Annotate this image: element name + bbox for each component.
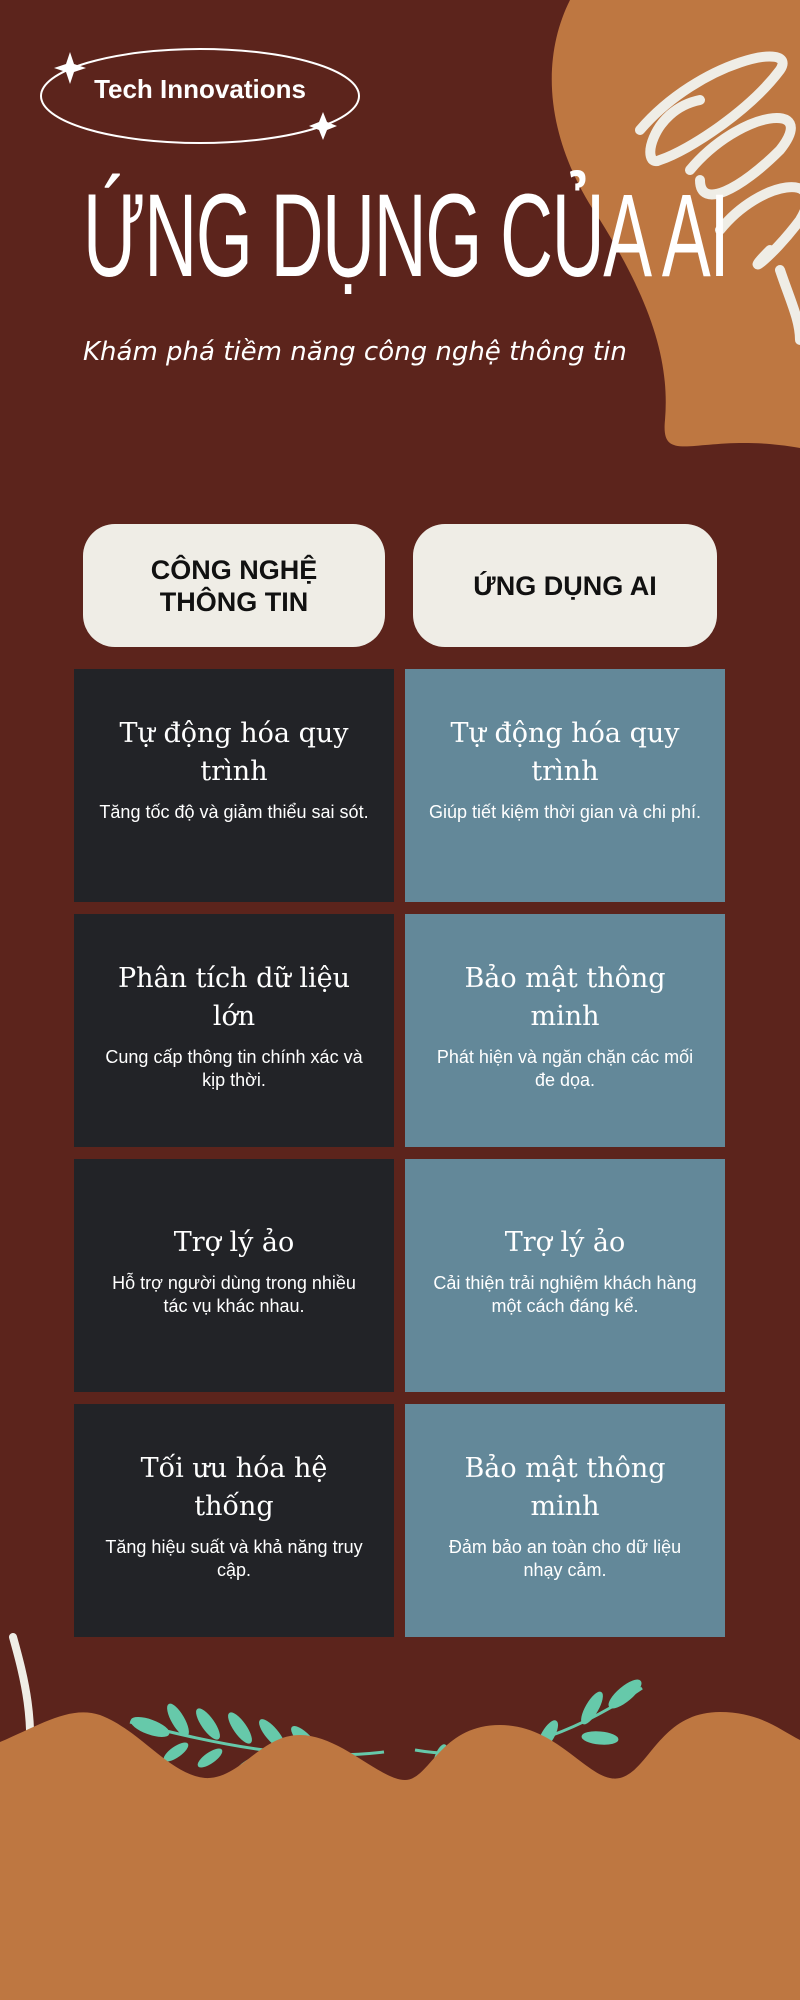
card-ai-4: Bảo mật thông minh Đảm bảo an toàn cho dữ… [405,1404,725,1637]
card-text: Cung cấp thông tin chính xác và kịp thời… [105,1047,363,1090]
card-title: Trợ lý ảo [173,1227,295,1258]
tech-innovations-badge: Tech Innovations [94,74,306,104]
card-title: Tự động hóa quy trình [119,718,349,787]
card-it-3: Trợ lý ảo Hỗ trợ người dùng trong nhiều t… [74,1159,394,1392]
card-title: Bảo mật thông minh [464,963,666,1032]
page-title: ỨNG DỤNG CỦA AI [83,170,730,302]
card-text: Tăng tốc độ và giảm thiểu sai sót. [99,802,369,822]
card-ai-2: Bảo mật thông minh Phát hiện và ngăn chặn… [405,914,725,1147]
card-ai-3: Trợ lý ảo Cải thiện trải nghiệm khách hàn… [405,1159,725,1392]
column-header-label: CÔNG NGHỆ THÔNG TIN [150,554,318,617]
card-text: Cải thiện trải nghiệm khách hàng một các… [433,1273,697,1316]
card-title: Tối ưu hóa hệ thống [140,1453,328,1522]
card-it-4: Tối ưu hóa hệ thống Tăng hiệu suất và khả… [74,1404,394,1637]
column-header-it: CÔNG NGHỆ THÔNG TIN [83,524,385,647]
card-it-1: Tự động hóa quy trình Tăng tốc độ và giảm… [74,669,394,902]
card-title: Tự động hóa quy trình [450,718,680,787]
card-text: Tăng hiệu suất và khả năng truy cập. [105,1537,363,1580]
card-title: Trợ lý ảo [504,1227,626,1258]
page-subtitle: Khám phá tiềm năng công nghệ thông tin [83,337,627,367]
sparkle-icon [309,112,337,140]
card-ai-1: Tự động hóa quy trình Giúp tiết kiệm thời… [405,669,725,902]
card-title: Phân tích dữ liệu lớn [117,963,351,1032]
column-header-label: ỨNG DỤNG AI [473,570,657,601]
card-text: Giúp tiết kiệm thời gian và chi phí. [429,802,701,822]
card-text: Hỗ trợ người dùng trong nhiều tác vụ khá… [112,1273,356,1316]
card-title: Bảo mật thông minh [464,1453,666,1522]
card-text: Đảm bảo an toàn cho dữ liệu nhạy cảm. [448,1537,682,1580]
card-it-2: Phân tích dữ liệu lớn Cung cấp thông tin … [74,914,394,1147]
column-header-ai: ỨNG DỤNG AI [413,524,717,647]
orange-wave-bottom [0,1712,800,2000]
card-text: Phát hiện và ngăn chặn các mối đe dọa. [436,1047,694,1090]
